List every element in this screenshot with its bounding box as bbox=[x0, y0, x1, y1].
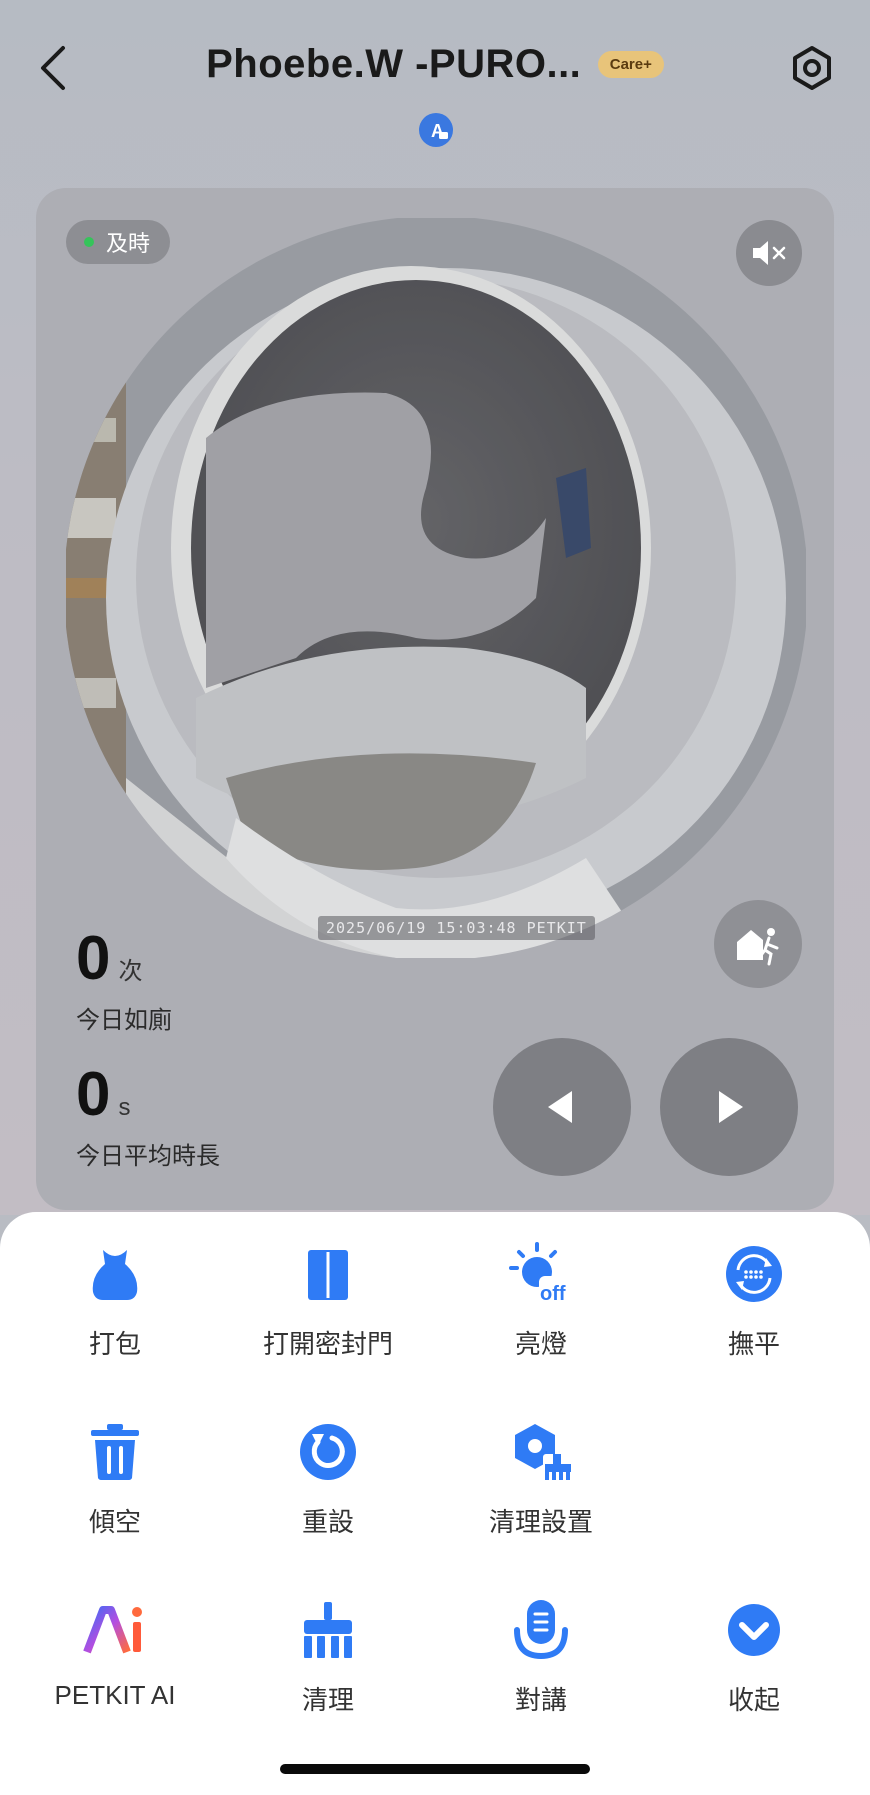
toilet-count-label: 今日如廁 bbox=[76, 1007, 172, 1034]
mute-button[interactable] bbox=[736, 220, 802, 286]
toilet-count-value: 0 bbox=[76, 924, 111, 993]
action-intercom[interactable]: 對講 bbox=[441, 1598, 641, 1717]
home-indicator[interactable] bbox=[280, 1764, 590, 1774]
action-clean-settings-label: 清理設置 bbox=[488, 1507, 593, 1537]
action-reset[interactable]: 重設 bbox=[228, 1420, 428, 1539]
exit-view-button[interactable] bbox=[714, 900, 802, 988]
gear-icon bbox=[793, 46, 831, 90]
intercom-icon bbox=[514, 1600, 568, 1660]
action-smooth-label: 撫平 bbox=[727, 1329, 780, 1359]
action-smooth[interactable]: 撫平 bbox=[654, 1242, 854, 1361]
action-sheet: 打包 打開密封門 off 亮燈 撫平 傾空 重設 清理設置 PETKIT AI … bbox=[0, 1212, 870, 1795]
door-icon bbox=[308, 1250, 348, 1300]
previous-button[interactable] bbox=[493, 1038, 631, 1176]
collapse-icon bbox=[728, 1604, 780, 1656]
care-plus-badge[interactable]: Care+ bbox=[597, 51, 664, 78]
person-exit-icon bbox=[737, 928, 779, 966]
action-light[interactable]: off 亮燈 bbox=[441, 1242, 641, 1361]
reset-icon bbox=[300, 1424, 356, 1480]
action-petkit-ai[interactable]: PETKIT AI bbox=[15, 1598, 215, 1711]
trash-icon bbox=[91, 1424, 139, 1480]
action-open-door-label: 打開密封門 bbox=[262, 1329, 393, 1359]
avg-duration-label: 今日平均時長 bbox=[76, 1143, 220, 1170]
action-open-door[interactable]: 打開密封門 bbox=[228, 1242, 428, 1361]
avg-duration-unit: s bbox=[118, 1094, 131, 1121]
header: Phoebe.W -PURO... Care+ A bbox=[0, 0, 870, 160]
broom-icon bbox=[304, 1602, 352, 1658]
bag-icon bbox=[92, 1250, 138, 1300]
page-title: Phoebe.W -PURO... bbox=[206, 42, 582, 86]
avg-duration-stat: 0s 今日平均時長 bbox=[76, 1064, 220, 1171]
action-empty[interactable]: 傾空 bbox=[15, 1420, 215, 1539]
action-clean-settings[interactable]: 清理設置 bbox=[441, 1420, 641, 1539]
action-petkit-ai-label: PETKIT AI bbox=[54, 1680, 176, 1710]
smooth-icon bbox=[726, 1246, 782, 1302]
triangle-right-icon bbox=[719, 1091, 743, 1123]
action-empty-label: 傾空 bbox=[88, 1507, 141, 1537]
live-label: 及時 bbox=[106, 231, 151, 256]
action-pack[interactable]: 打包 bbox=[15, 1242, 215, 1361]
speaker-muted-icon bbox=[753, 241, 786, 265]
camera-feed-image[interactable] bbox=[66, 218, 806, 958]
action-intercom-label: 對講 bbox=[514, 1685, 567, 1715]
title-bar: Phoebe.W -PURO... Care+ bbox=[0, 42, 870, 87]
action-reset-label: 重設 bbox=[301, 1507, 354, 1537]
action-pack-label: 打包 bbox=[88, 1329, 141, 1359]
settings-button[interactable] bbox=[786, 42, 838, 94]
ai-icon bbox=[83, 1606, 142, 1654]
account-avatar-icon[interactable]: A bbox=[418, 112, 454, 148]
camera-card: 及時 2025/06/19 15:03:48 PETKIT 0次 今日如廁 0s… bbox=[36, 188, 834, 1210]
toilet-count-stat: 0次 今日如廁 bbox=[76, 928, 172, 1035]
action-clean-label: 清理 bbox=[301, 1685, 354, 1715]
svg-text:off: off bbox=[540, 1283, 566, 1305]
avg-duration-value: 0 bbox=[76, 1060, 111, 1129]
toilet-count-unit: 次 bbox=[118, 958, 143, 985]
action-collapse[interactable]: 收起 bbox=[654, 1598, 854, 1717]
next-button[interactable] bbox=[660, 1038, 798, 1176]
light-off-icon: off bbox=[509, 1242, 573, 1305]
live-status-badge: 及時 bbox=[66, 220, 171, 264]
video-timestamp: 2025/06/19 15:03:48 PETKIT bbox=[318, 916, 595, 940]
triangle-left-icon bbox=[548, 1091, 572, 1123]
action-light-label: 亮燈 bbox=[514, 1329, 567, 1359]
action-collapse-label: 收起 bbox=[727, 1685, 780, 1715]
action-clean[interactable]: 清理 bbox=[228, 1598, 428, 1717]
clean-settings-icon bbox=[515, 1424, 573, 1482]
live-indicator-dot bbox=[84, 237, 94, 247]
